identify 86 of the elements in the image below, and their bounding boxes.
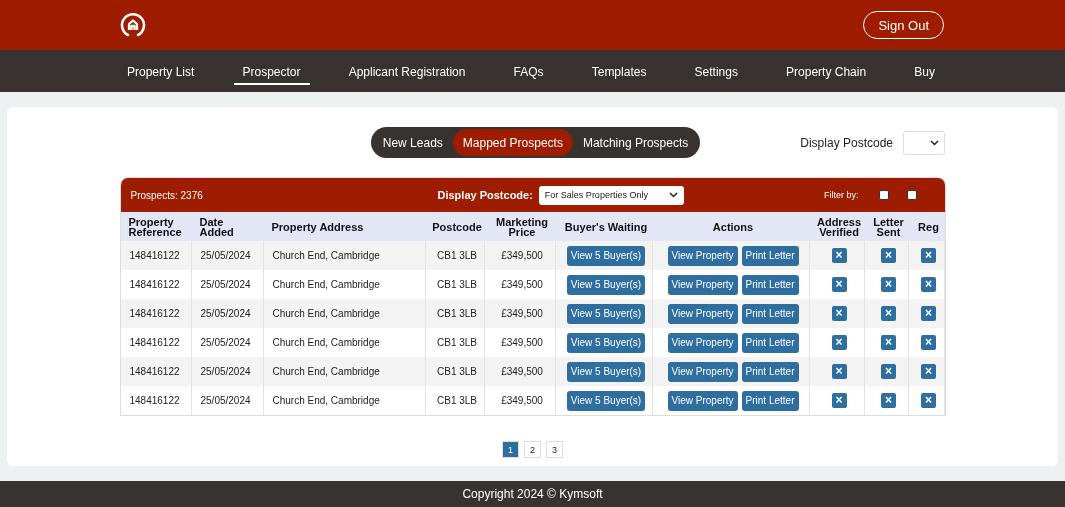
view-property-button[interactable]: View Property: [667, 303, 738, 324]
column-header: Postcode: [425, 212, 485, 241]
view-property-button[interactable]: View Property: [667, 390, 738, 411]
table-cell: CB1 3LB: [425, 357, 485, 386]
table-cell: 25/05/2024: [191, 241, 264, 270]
cross-badge: ×: [831, 364, 847, 379]
view-property-button[interactable]: View Property: [667, 332, 738, 353]
view-buyers-button[interactable]: View 5 Buyer(s): [566, 274, 646, 295]
view-buyers-button[interactable]: View 5 Buyer(s): [566, 332, 646, 353]
table-cell: CB1 3LB: [425, 241, 485, 270]
column-header: Property Reference: [120, 212, 192, 241]
page-link[interactable]: 1: [502, 441, 519, 458]
filter-dropdown[interactable]: For Sales Properties Only: [538, 185, 684, 205]
cross-badge: ×: [831, 248, 847, 263]
cross-badge: ×: [921, 277, 936, 292]
print-letter-button[interactable]: Print Letter: [741, 390, 799, 411]
column-header: Property Address: [263, 212, 426, 241]
cross-badge: ×: [831, 277, 847, 292]
copyright-text: Copyright 2024 © Kymsoft: [462, 487, 603, 501]
table-cell: Church End, Cambridge: [263, 241, 426, 270]
column-header: Address Verified: [809, 212, 865, 241]
prospects-count: Prospects: 2376: [130, 189, 204, 201]
cross-badge: ×: [881, 364, 896, 379]
cross-badge: ×: [921, 335, 936, 350]
cross-badge: ×: [881, 277, 896, 292]
nav-tab[interactable]: Templates: [582, 61, 656, 85]
chevron-down-icon: [668, 192, 678, 198]
cross-badge: ×: [881, 335, 896, 350]
cross-badge: ×: [881, 393, 896, 408]
view-property-button[interactable]: View Property: [667, 274, 738, 295]
table-cell: 148416122: [120, 241, 192, 270]
view-buyers-button[interactable]: View 5 Buyer(s): [566, 361, 646, 382]
print-letter-button[interactable]: Print Letter: [741, 361, 799, 382]
table-cell: Church End, Cambridge: [263, 357, 426, 386]
segment-tab[interactable]: Matching Prospects: [572, 129, 699, 156]
table-cell: Church End, Cambridge: [263, 299, 426, 328]
cross-badge: ×: [831, 393, 847, 408]
table-cell: 148416122: [120, 357, 192, 386]
nav-tab[interactable]: Applicant Registration: [339, 61, 475, 85]
segment-tab[interactable]: New Leads: [372, 129, 453, 156]
table-cell: 25/05/2024: [191, 357, 264, 386]
house-logo-icon: [119, 11, 147, 39]
column-header: Date Added: [191, 212, 264, 241]
table-cell: CB1 3LB: [425, 299, 485, 328]
chevron-down-icon: [930, 139, 939, 146]
table-cell: £349,500: [484, 357, 556, 386]
print-letter-button[interactable]: Print Letter: [741, 274, 799, 295]
display-postcode-label: Display Postcode: [800, 135, 893, 150]
view-buyers-button[interactable]: View 5 Buyer(s): [566, 303, 646, 324]
print-letter-button[interactable]: Print Letter: [741, 303, 799, 324]
print-letter-button[interactable]: Print Letter: [741, 245, 799, 266]
column-header: Buyer's Waiting: [555, 212, 653, 241]
table-cell: £349,500: [484, 241, 556, 270]
filter-by-label: Filter by:: [824, 190, 859, 200]
nav-tab[interactable]: Property List: [118, 61, 204, 85]
filter-checkbox[interactable]: [878, 190, 889, 200]
cross-badge: ×: [921, 364, 936, 379]
nav-tab[interactable]: Settings: [685, 61, 747, 85]
nav-tab[interactable]: Prospector: [233, 61, 310, 85]
table-cell: 148416122: [120, 299, 192, 328]
cross-badge: ×: [831, 306, 847, 321]
nav-tab[interactable]: Buy: [905, 61, 944, 85]
page-link[interactable]: 3: [546, 441, 563, 458]
cross-badge: ×: [921, 306, 936, 321]
cross-badge: ×: [831, 335, 847, 350]
cross-badge: ×: [881, 248, 896, 263]
nav-tab[interactable]: FAQs: [504, 61, 553, 85]
cross-badge: ×: [921, 393, 936, 408]
page-link[interactable]: 2: [524, 441, 541, 458]
filter-label: Display Postcode:: [437, 189, 533, 201]
view-buyers-button[interactable]: View 5 Buyer(s): [566, 245, 646, 266]
column-header: Letter Sent: [864, 212, 909, 241]
view-buyers-button[interactable]: View 5 Buyer(s): [566, 390, 646, 411]
view-property-button[interactable]: View Property: [667, 361, 738, 382]
table-cell: 25/05/2024: [191, 299, 264, 328]
view-property-button[interactable]: View Property: [667, 245, 738, 266]
cross-badge: ×: [881, 306, 896, 321]
column-header: Reg: [908, 212, 945, 241]
column-header: Actions: [652, 212, 810, 241]
table-cell: £349,500: [484, 299, 556, 328]
segment-tab[interactable]: Mapped Prospects: [452, 129, 573, 156]
print-letter-button[interactable]: Print Letter: [741, 332, 799, 353]
cross-badge: ×: [921, 248, 936, 263]
nav-tab[interactable]: Property Chain: [777, 61, 876, 85]
filter-checkbox[interactable]: [906, 190, 917, 200]
column-header: Marketing Price: [484, 212, 556, 241]
